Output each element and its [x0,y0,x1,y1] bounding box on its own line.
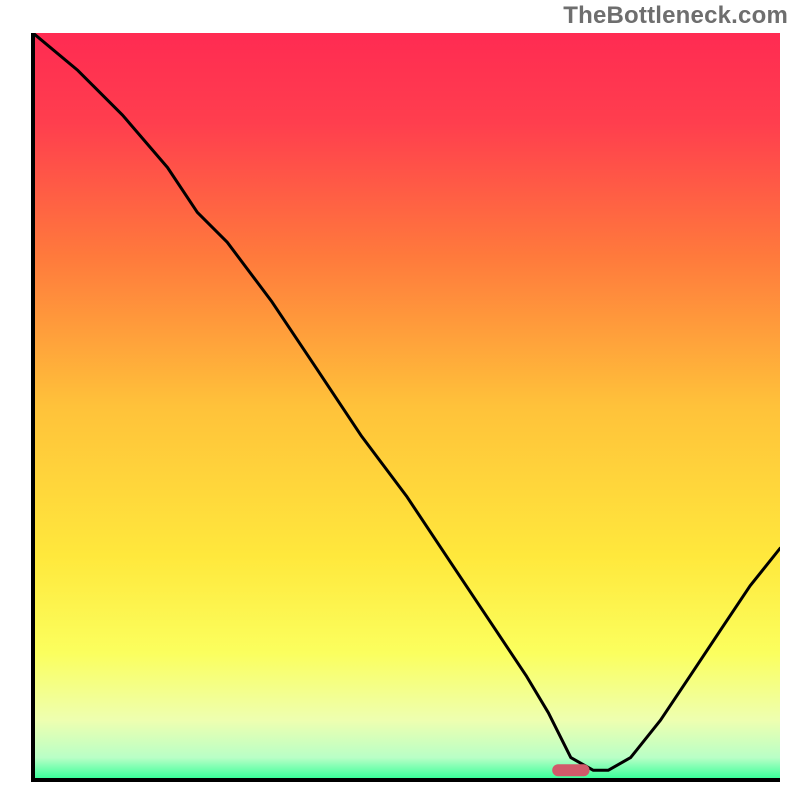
gradient-background [33,33,780,780]
bottleneck-chart [0,0,800,800]
chart-container: TheBottleneck.com [0,0,800,800]
optimal-marker [552,764,589,776]
